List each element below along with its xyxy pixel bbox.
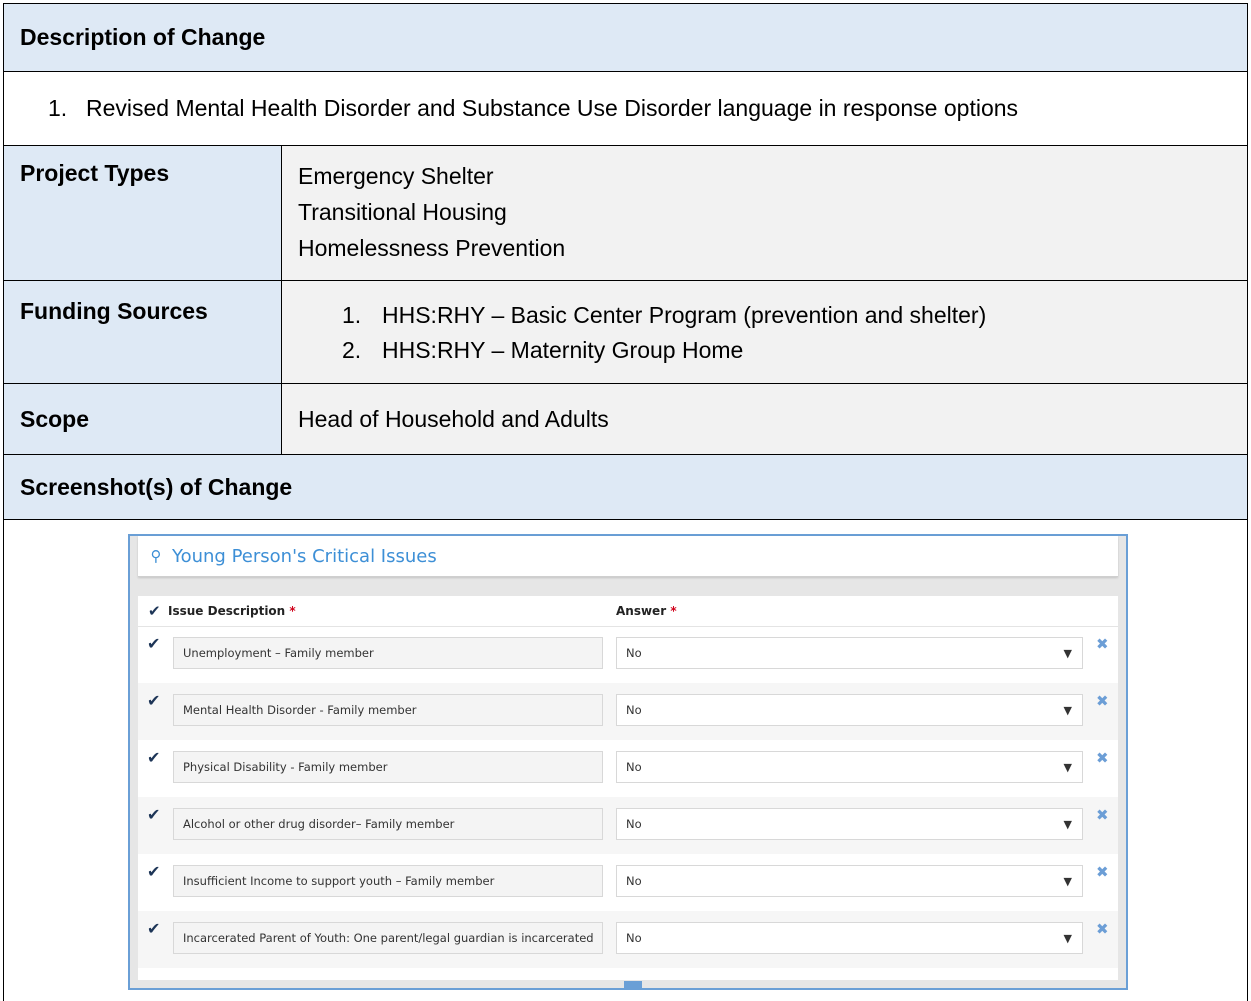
- funding-sources-list: 1. HHS:RHY – Basic Center Program (preve…: [282, 281, 1247, 383]
- issue-row: ✔ Incarcerated Parent of Youth: One pare…: [138, 911, 1118, 968]
- form-title-bar: ⚲ Young Person's Critical Issues: [138, 536, 1118, 577]
- funding-sources-row: Funding Sources 1. HHS:RHY – Basic Cente…: [4, 281, 1247, 384]
- description-header: Description of Change: [4, 4, 1247, 72]
- answer-select[interactable]: No ▼: [616, 808, 1083, 840]
- answer-select-value: No: [626, 703, 642, 717]
- check-icon[interactable]: ✔: [147, 862, 160, 881]
- scope-value: Head of Household and Adults: [282, 384, 1247, 454]
- scope-row: Scope Head of Household and Adults: [4, 384, 1247, 455]
- project-type: Transitional Housing: [298, 199, 507, 225]
- remove-icon[interactable]: ✖: [1096, 692, 1109, 710]
- answer-select-value: No: [626, 760, 642, 774]
- funding-source-number: 2.: [342, 337, 362, 363]
- check-icon[interactable]: ✔: [147, 919, 160, 938]
- project-types-label: Project Types: [4, 146, 282, 280]
- funding-sources-label: Funding Sources: [4, 281, 282, 383]
- issue-description-field[interactable]: Insufficient Income to support youth – F…: [173, 865, 603, 897]
- answer-header-label: Answer: [616, 604, 667, 618]
- caret-down-icon: ▼: [1063, 875, 1072, 888]
- answer-header: Answer *: [616, 604, 677, 618]
- funding-source-number: 1.: [342, 302, 362, 328]
- description-item-text: Revised Mental Health Disorder and Subst…: [86, 95, 1019, 121]
- funding-source-text: HHS:RHY – Basic Center Program (preventi…: [382, 302, 987, 328]
- description-item: 1. Revised Mental Health Disorder and Su…: [4, 72, 1247, 146]
- remove-icon[interactable]: ✖: [1096, 920, 1109, 938]
- project-types-row: Project Types Emergency Shelter Transiti…: [4, 146, 1247, 281]
- check-icon[interactable]: ✔: [147, 634, 160, 653]
- answer-select-value: No: [626, 817, 642, 831]
- required-mark: *: [289, 604, 296, 618]
- column-header-row: ✔ Issue Description * Answer *: [138, 596, 1118, 627]
- embedded-screenshot: ⚲ Young Person's Critical Issues ✔ Issue…: [128, 534, 1128, 990]
- caret-down-icon: ▼: [1063, 932, 1072, 945]
- answer-select[interactable]: No ▼: [616, 637, 1083, 669]
- answer-select[interactable]: No ▼: [616, 694, 1083, 726]
- remove-icon[interactable]: ✖: [1096, 806, 1109, 824]
- issue-row: ✔ Alcohol or other drug disorder– Family…: [138, 797, 1118, 854]
- remove-icon[interactable]: ✖: [1096, 635, 1109, 653]
- check-icon[interactable]: ✔: [147, 805, 160, 824]
- remove-icon[interactable]: ✖: [1096, 749, 1109, 767]
- scope-label: Scope: [4, 384, 282, 454]
- caret-down-icon: ▼: [1063, 761, 1072, 774]
- check-icon[interactable]: ✔: [147, 691, 160, 710]
- issue-row: ✔ Insufficient Income to support youth –…: [138, 854, 1118, 911]
- answer-select-value: No: [626, 646, 642, 660]
- screenshots-header: Screenshot(s) of Change: [4, 455, 1247, 520]
- screenshots-header-label: Screenshot(s) of Change: [20, 473, 293, 500]
- project-type: Homelessness Prevention: [298, 235, 566, 261]
- select-all-check-icon[interactable]: ✔: [148, 602, 161, 620]
- required-mark: *: [670, 604, 677, 618]
- issue-description-field[interactable]: Incarcerated Parent of Youth: One parent…: [173, 922, 603, 954]
- issue-description-field[interactable]: Unemployment – Family member: [173, 637, 603, 669]
- issue-description-header-label: Issue Description: [168, 604, 286, 618]
- issue-description-field[interactable]: Mental Health Disorder - Family member: [173, 694, 603, 726]
- funding-source-item: 2. HHS:RHY – Maternity Group Home: [282, 333, 1247, 368]
- funding-source-item: 1. HHS:RHY – Basic Center Program (preve…: [282, 298, 1247, 333]
- answer-select-value: No: [626, 931, 642, 945]
- caret-down-icon: ▼: [1063, 647, 1072, 660]
- answer-select[interactable]: No ▼: [616, 865, 1083, 897]
- form-title: Young Person's Critical Issues: [172, 545, 437, 567]
- remove-icon[interactable]: ✖: [1096, 863, 1109, 881]
- critical-issues-panel: ✔ Issue Description * Answer * ✔ Unemplo…: [138, 596, 1118, 988]
- caret-down-icon: ▼: [1063, 704, 1072, 717]
- issue-row: ✔ Mental Health Disorder - Family member…: [138, 683, 1118, 740]
- caret-down-icon: ▼: [1063, 818, 1072, 831]
- project-types-values: Emergency Shelter Transitional Housing H…: [282, 146, 1247, 280]
- issue-description-header: Issue Description *: [168, 604, 296, 618]
- answer-select[interactable]: No ▼: [616, 751, 1083, 783]
- check-icon[interactable]: ✔: [147, 748, 160, 767]
- scroll-handle[interactable]: [624, 981, 642, 988]
- issue-description-field[interactable]: Physical Disability - Family member: [173, 751, 603, 783]
- answer-select[interactable]: No ▼: [616, 922, 1083, 954]
- issue-row: ✔ Physical Disability - Family member No…: [138, 740, 1118, 797]
- description-header-label: Description of Change: [20, 24, 266, 50]
- issue-row: ✔ Unemployment – Family member No ▼ ✖: [138, 626, 1118, 683]
- project-type: Emergency Shelter: [298, 163, 494, 189]
- lightbulb-icon: ⚲: [150, 547, 162, 565]
- funding-source-text: HHS:RHY – Maternity Group Home: [382, 337, 744, 363]
- description-item-number: 1.: [48, 95, 68, 121]
- issue-description-field[interactable]: Alcohol or other drug disorder– Family m…: [173, 808, 603, 840]
- answer-select-value: No: [626, 874, 642, 888]
